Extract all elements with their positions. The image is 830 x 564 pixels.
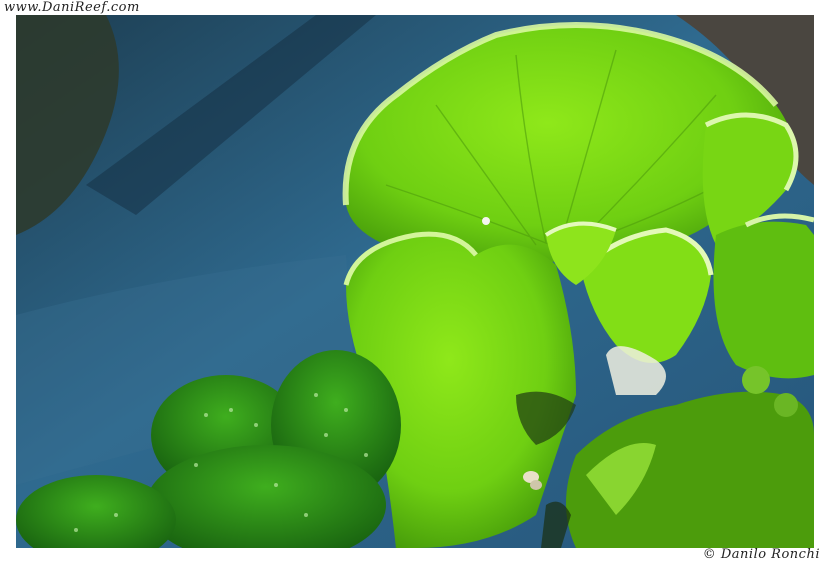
bottom-watermark: © Danilo Ronchi: [702, 547, 820, 562]
coral-photo-art: [16, 15, 814, 548]
coral-photo: [16, 15, 814, 548]
top-watermark: www.DaniReef.com: [4, 0, 140, 15]
